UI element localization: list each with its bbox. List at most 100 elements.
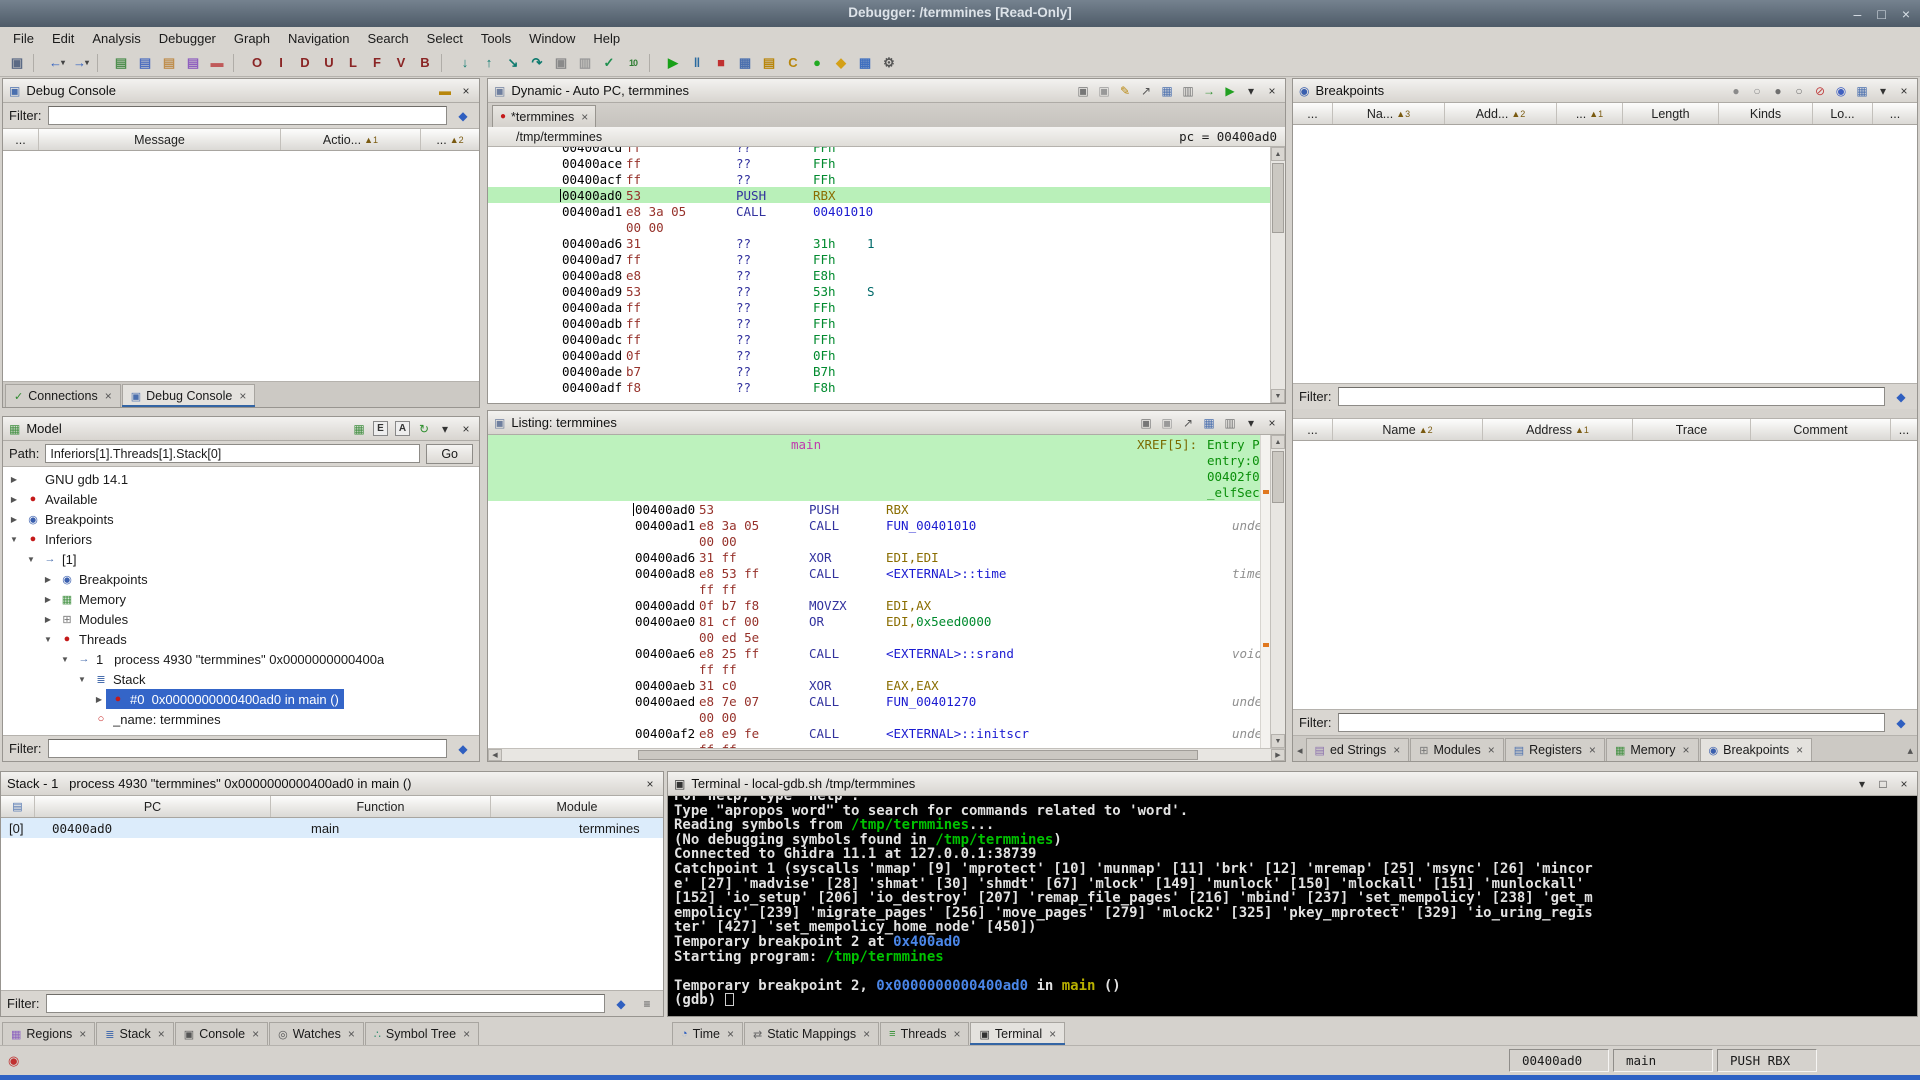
menu-debugger[interactable]: Debugger bbox=[150, 29, 225, 48]
forward-icon[interactable]: → ▾ bbox=[70, 52, 92, 74]
diamond-icon[interactable]: ◆ bbox=[830, 52, 852, 74]
tree-node-modules[interactable]: ▶ ⊞ Modules bbox=[3, 609, 479, 629]
tree-node-available[interactable]: ▶ ● Available bbox=[3, 489, 479, 509]
capture-icon[interactable]: ▥ bbox=[1181, 84, 1195, 98]
close-tab-icon[interactable]: × bbox=[158, 1027, 165, 1041]
copy-doc-3-icon[interactable]: ▤ bbox=[158, 52, 180, 74]
disassembly-row[interactable]: 00400ad1 e8 3a 05 CALL 00401010 bbox=[488, 203, 1270, 219]
follow-pc-icon[interactable]: ▶ bbox=[1223, 84, 1237, 98]
menu-search[interactable]: Search bbox=[358, 29, 417, 48]
close-icon[interactable]: × bbox=[1897, 84, 1911, 98]
scrollbar-thumb[interactable] bbox=[1272, 163, 1284, 233]
menu-edit[interactable]: Edit bbox=[43, 29, 83, 48]
select-icon[interactable]: ↗ bbox=[1139, 84, 1153, 98]
scroll-right-icon[interactable]: ▶ bbox=[1271, 749, 1285, 761]
disassembly-row[interactable]: 00400acf ff?? FFh bbox=[488, 171, 1270, 187]
window-titlebar[interactable]: Debugger: /termmines [Read-Only] – □ × bbox=[0, 0, 1920, 27]
close-tab-icon[interactable]: × bbox=[863, 1027, 870, 1041]
column-header-actio[interactable]: Actio... ▲1 bbox=[281, 129, 421, 150]
tab-stack[interactable]: ≣ Stack × bbox=[96, 1022, 174, 1045]
column-header-add[interactable]: Add... ▲2 bbox=[1445, 103, 1557, 124]
table-icon[interactable]: ▦ bbox=[1202, 416, 1216, 430]
tree-node-gnu-gdb-14-1[interactable]: ▶ GNU gdb 14.1 bbox=[3, 469, 479, 489]
debug-console-filter-input[interactable] bbox=[47, 106, 447, 125]
gear-icon[interactable]: ⚙ bbox=[878, 52, 900, 74]
chevron-collapsed-icon[interactable]: ▶ bbox=[41, 615, 55, 624]
stop-icon[interactable]: ■ bbox=[710, 52, 732, 74]
table-icon[interactable]: ▦ bbox=[1160, 84, 1174, 98]
filter-options-icon[interactable]: ◆ bbox=[1891, 387, 1911, 407]
close-tab-icon[interactable]: × bbox=[953, 1027, 960, 1041]
chevron-expanded-icon[interactable]: ▼ bbox=[75, 675, 89, 684]
close-tab-icon[interactable]: × bbox=[252, 1027, 259, 1041]
mail-icon[interactable]: ▤ bbox=[758, 52, 780, 74]
compiler-icon[interactable]: C bbox=[782, 52, 804, 74]
table-icon[interactable]: ▦ bbox=[734, 52, 756, 74]
disassembly-row[interactable]: 00400ad8 e8?? E8h bbox=[488, 267, 1270, 283]
go-button[interactable]: Go bbox=[426, 443, 473, 464]
listing-header[interactable]: ▣ Listing: termmines ▣ ▣ ↗ ▦ ▥ ▾ × bbox=[488, 411, 1285, 435]
menu-help[interactable]: Help bbox=[584, 29, 629, 48]
disable-all-breakpoints-icon[interactable]: ○ bbox=[1750, 84, 1764, 98]
scroll-up-icon[interactable]: ▲ bbox=[1271, 435, 1285, 449]
tree-node-breakpoints[interactable]: ▶ ◉ Breakpoints bbox=[3, 509, 479, 529]
filter-options-icon[interactable]: ◆ bbox=[453, 106, 473, 126]
filter-options-icon[interactable]: ◆ bbox=[453, 739, 473, 759]
listing-row[interactable]: 00400ad8 e8 53 ff CALL <EXTERNAL>::time time bbox=[488, 565, 1260, 581]
chevron-collapsed-icon[interactable]: ▶ bbox=[41, 575, 55, 584]
disassembly-row[interactable]: 00400ad9 53?? 53h S bbox=[488, 283, 1270, 299]
enable-all-breakpoints-icon[interactable]: ● bbox=[1729, 84, 1743, 98]
vertical-scrollbar[interactable]: ▲ ▼ bbox=[1270, 147, 1285, 403]
menu-tools[interactable]: Tools bbox=[472, 29, 520, 48]
column-header-comment[interactable]: Comment bbox=[1751, 419, 1891, 440]
close-tab-icon[interactable]: × bbox=[1683, 743, 1690, 757]
path-input[interactable]: Inferiors[1].Threads[1].Stack[0] bbox=[45, 444, 421, 463]
auto-expand-icon[interactable]: A bbox=[395, 421, 410, 436]
listing-row[interactable]: ff ff bbox=[488, 741, 1260, 749]
marker-d-icon[interactable]: D bbox=[294, 52, 316, 74]
chevron-expanded-icon[interactable]: ▼ bbox=[7, 535, 21, 544]
column-header-module[interactable]: Module bbox=[491, 796, 663, 817]
scroll-tabs-left-icon[interactable]: ◂ bbox=[1295, 740, 1305, 761]
close-tab-icon[interactable]: × bbox=[239, 389, 246, 403]
marker-l-icon[interactable]: L bbox=[342, 52, 364, 74]
disassembly-row[interactable]: 00 00 bbox=[488, 219, 1270, 235]
capture-icon[interactable]: ▥ bbox=[1223, 416, 1237, 430]
chevron-expanded-icon[interactable]: ▼ bbox=[24, 555, 38, 564]
tree-node-0-0x0000000000400ad0-in-main[interactable]: ▶ ● #0 0x0000000000400ad0 in main () bbox=[3, 689, 479, 709]
snapshot-icon[interactable]: ▣ bbox=[1076, 84, 1090, 98]
terminal-header[interactable]: ▣ Terminal - local-gdb.sh /tmp/termmines… bbox=[668, 772, 1917, 796]
column-header-kinds[interactable]: Kinds bbox=[1719, 103, 1813, 124]
chevron-collapsed-icon[interactable]: ▶ bbox=[7, 515, 21, 524]
back-icon[interactable]: ← ▾ bbox=[46, 52, 68, 74]
filter-options-icon[interactable]: ◆ bbox=[611, 994, 631, 1014]
chevron-collapsed-icon[interactable]: ▶ bbox=[41, 595, 55, 604]
listing-row[interactable]: 00400ad0 53 PUSH RBX bbox=[488, 501, 1260, 517]
maximize-button[interactable]: □ bbox=[1877, 6, 1885, 22]
marker-i-icon[interactable]: I bbox=[270, 52, 292, 74]
filter-options-icon[interactable]: ◆ bbox=[1891, 713, 1911, 733]
listing-row[interactable]: 00400aed e8 7e 07 CALL FUN_00401270 unde bbox=[488, 693, 1260, 709]
disassembly-row[interactable]: 00400ad7 ff?? FFh bbox=[488, 251, 1270, 267]
tree-node-stack[interactable]: ▼ ≣ Stack bbox=[3, 669, 479, 689]
listing-row[interactable]: 00400ae0 81 cf 00 OR EDI,0x5eed0000 bbox=[488, 613, 1260, 629]
eraser-icon[interactable]: ▬ bbox=[206, 52, 228, 74]
step-over-icon[interactable]: ↷ bbox=[526, 52, 548, 74]
breakpoints-header[interactable]: ◉ Breakpoints ● ○ ● ○ ⊘ ◉ ▦ ▾ × bbox=[1293, 79, 1917, 103]
menu-analysis[interactable]: Analysis bbox=[83, 29, 149, 48]
close-icon[interactable]: × bbox=[459, 422, 473, 436]
column-header-icon[interactable]: ▤ bbox=[1, 796, 35, 817]
close-icon[interactable]: × bbox=[1265, 416, 1279, 430]
terminal-body[interactable]: For help, type "help". Type "apropos word… bbox=[668, 796, 1917, 1016]
logical-breakpoints-body[interactable] bbox=[1293, 441, 1917, 709]
close-icon[interactable]: × bbox=[643, 777, 657, 791]
close-tab-icon[interactable]: × bbox=[1049, 1027, 1056, 1041]
tab-console[interactable]: ▣ Console × bbox=[174, 1022, 269, 1045]
listing-row[interactable]: ff ff bbox=[488, 661, 1260, 677]
breakpoints-filter-input[interactable] bbox=[1337, 387, 1885, 406]
disable-breakpoint-icon[interactable]: ○ bbox=[1792, 84, 1806, 98]
tree-node-name-termmines[interactable]: ○ _name: termmines bbox=[3, 709, 479, 729]
column-header-na[interactable]: Na... ▲3 bbox=[1333, 103, 1445, 124]
column-header-icon[interactable]: ... bbox=[1891, 419, 1917, 440]
snapshot-icon[interactable]: ▥ bbox=[574, 52, 596, 74]
